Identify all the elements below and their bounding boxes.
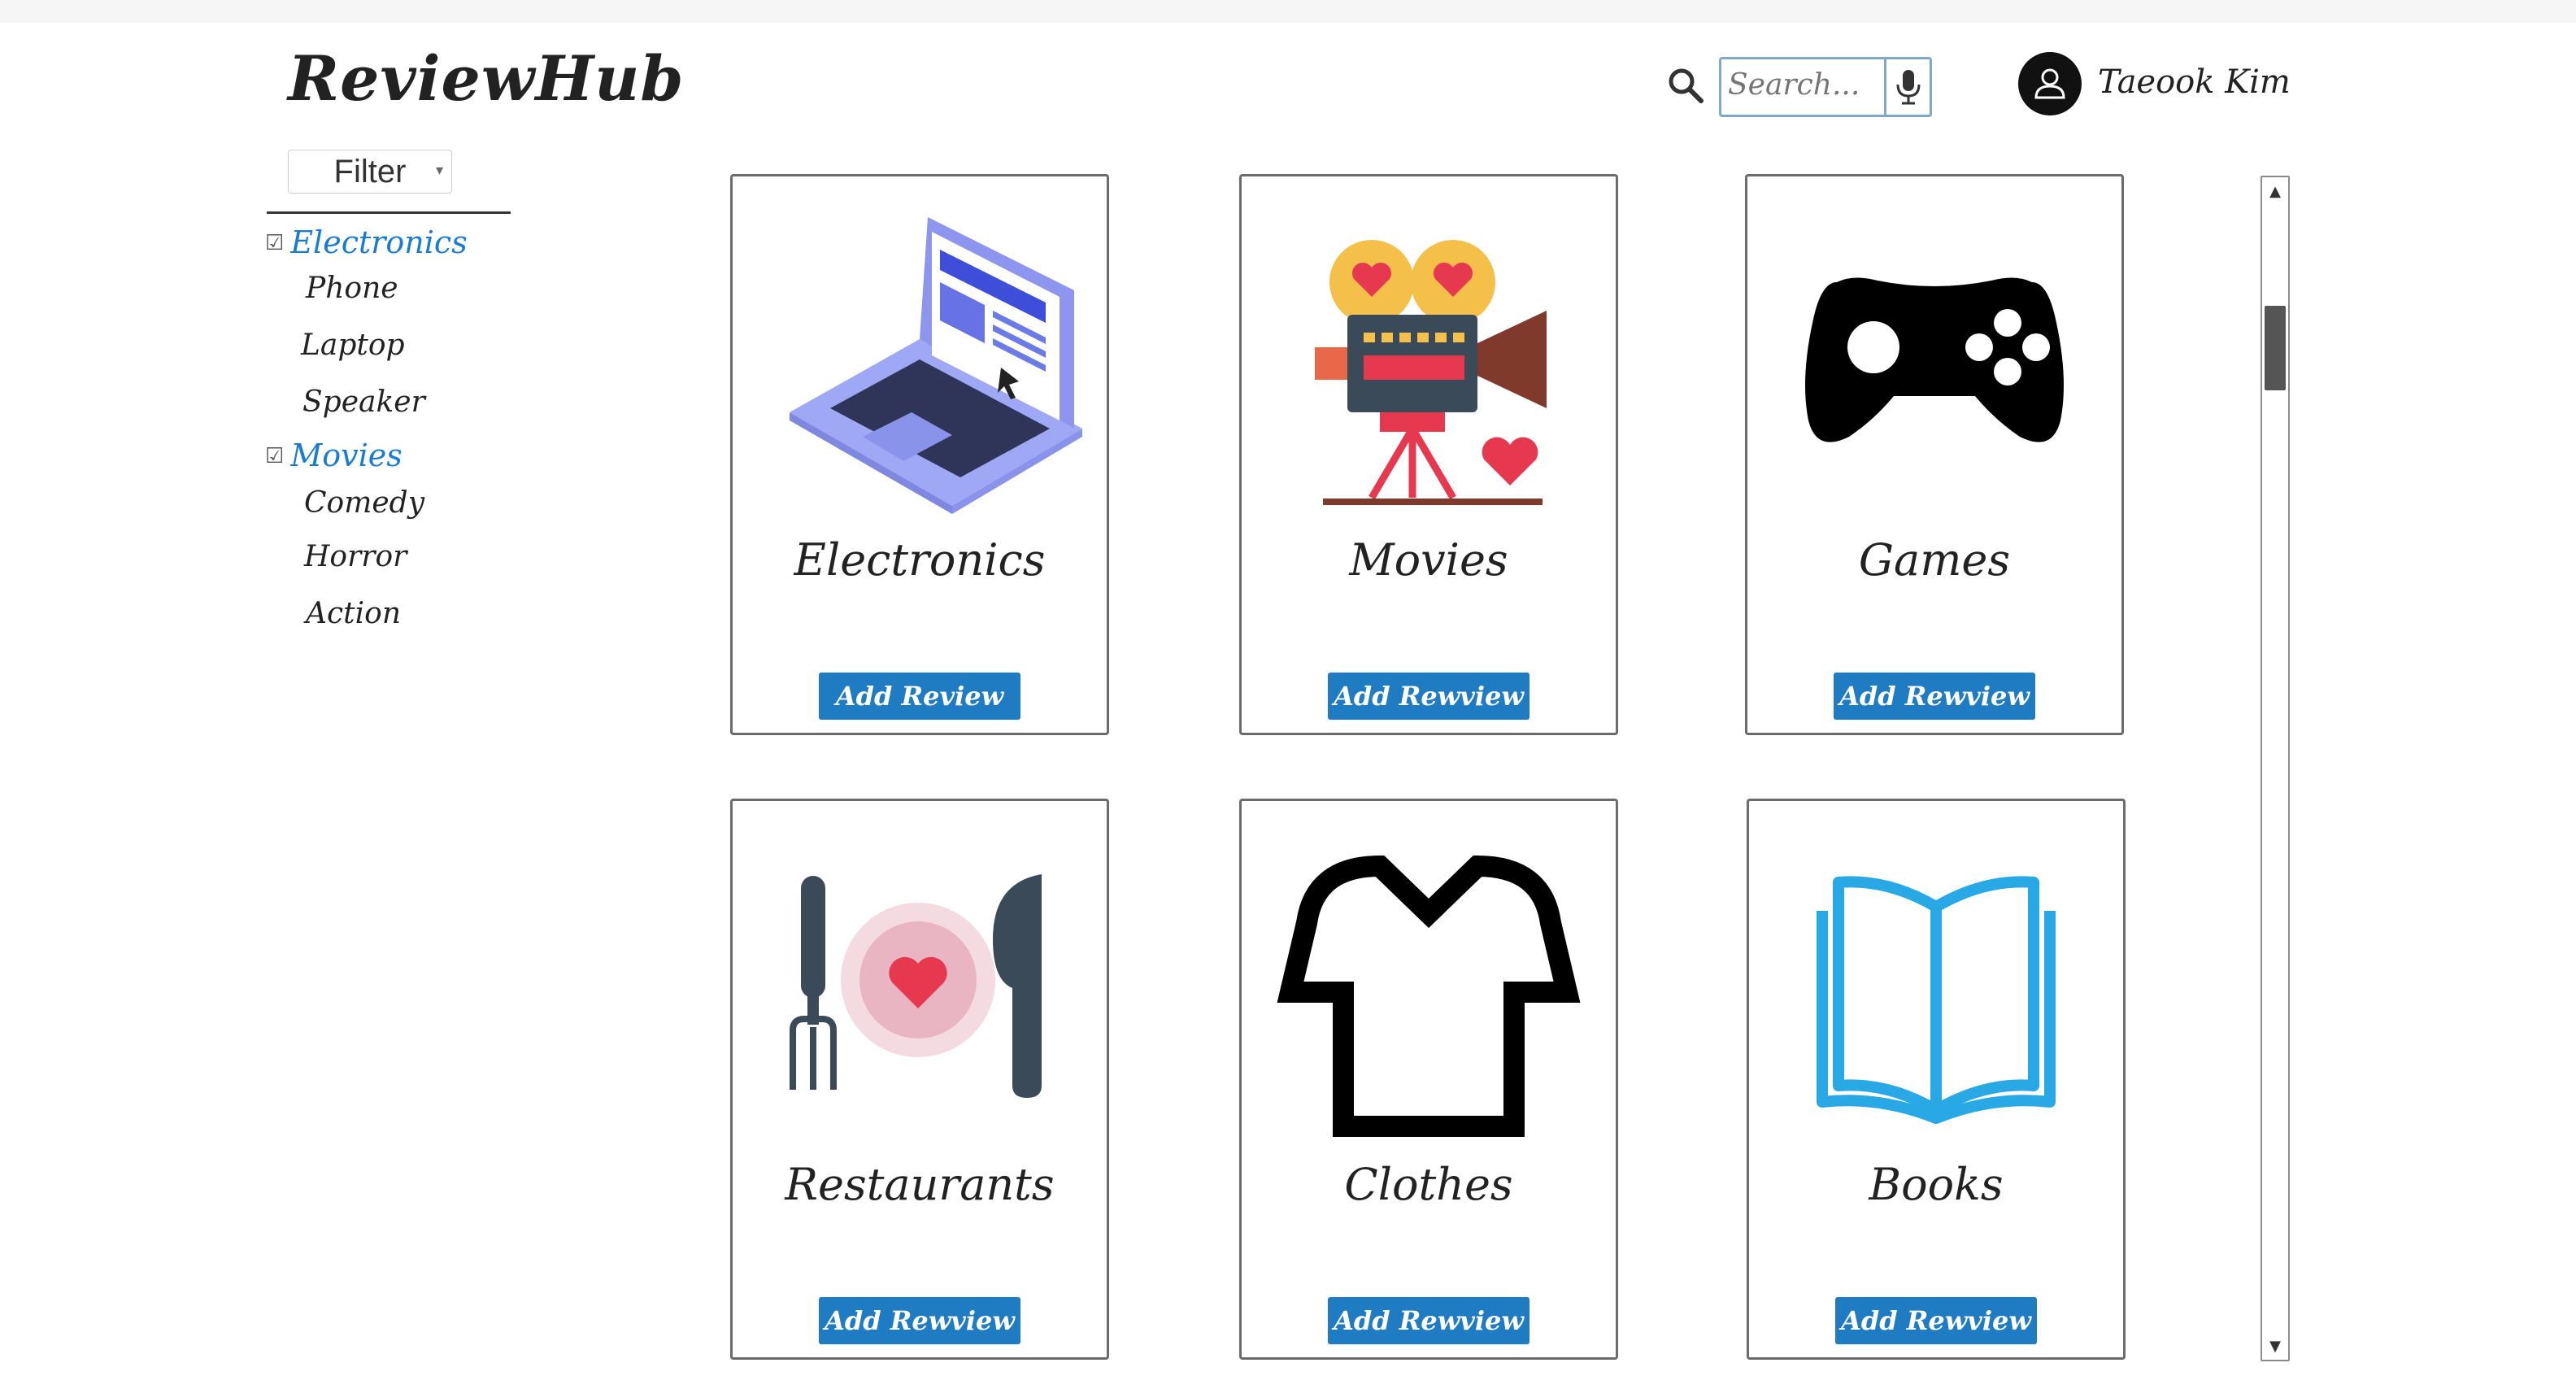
- card-title: Clothes: [1344, 1159, 1513, 1210]
- book-icon: [1749, 817, 2123, 1143]
- filter-label: Filter: [333, 153, 407, 189]
- card-title: Books: [1869, 1159, 2004, 1210]
- scrollbar[interactable]: ▲ ▼: [2261, 176, 2290, 1361]
- category-label: Electronics: [290, 224, 468, 260]
- card-title: Games: [1858, 534, 2011, 586]
- gamepad-icon: [1747, 193, 2121, 518]
- laptop-icon: [733, 193, 1107, 518]
- category-label: Movies: [290, 438, 402, 473]
- card-title: Restaurants: [785, 1159, 1055, 1210]
- search-field[interactable]: [1719, 57, 1932, 117]
- search-icon[interactable]: [1667, 67, 1704, 107]
- user-name[interactable]: Taeook Kim: [2098, 63, 2291, 101]
- subcategory-action[interactable]: Action: [306, 597, 401, 630]
- category-card-movies[interactable]: Movies Add Rewview: [1239, 174, 1618, 735]
- restaurant-plate-icon: [733, 817, 1107, 1143]
- subcategory-comedy[interactable]: Comedy: [304, 486, 424, 520]
- category-card-electronics[interactable]: Electronics Add Review: [730, 174, 1109, 735]
- movie-projector-icon: [1242, 193, 1616, 518]
- category-movies[interactable]: ☑ Movies: [265, 438, 402, 473]
- user-avatar-icon[interactable]: [2018, 52, 2082, 115]
- browser-top-strip: [0, 0, 2576, 23]
- add-review-button[interactable]: Add Rewview: [1328, 673, 1530, 720]
- card-title: Electronics: [794, 534, 1046, 586]
- subcategory-laptop[interactable]: Laptop: [301, 329, 405, 362]
- scroll-down-arrow-icon[interactable]: ▼: [2262, 1334, 2288, 1358]
- app-logo[interactable]: ReviewHub: [288, 42, 685, 115]
- subcategory-phone[interactable]: Phone: [306, 272, 398, 305]
- filter-dropdown[interactable]: Filter ▾: [288, 150, 452, 194]
- add-review-button[interactable]: Add Rewview: [1328, 1297, 1530, 1344]
- scroll-up-arrow-icon[interactable]: ▲: [2262, 179, 2288, 203]
- subcategory-horror[interactable]: Horror: [304, 540, 407, 573]
- category-card-clothes[interactable]: Clothes Add Rewview: [1239, 799, 1618, 1360]
- add-review-button[interactable]: Add Rewview: [819, 1297, 1020, 1344]
- add-review-button[interactable]: Add Review: [819, 673, 1020, 720]
- add-review-button[interactable]: Add Rewview: [1835, 1297, 2037, 1344]
- card-title: Movies: [1349, 534, 1508, 586]
- category-card-books[interactable]: Books Add Rewview: [1747, 799, 2126, 1360]
- shirt-icon: [1242, 817, 1616, 1143]
- scrollbar-thumb[interactable]: [2265, 306, 2286, 390]
- category-electronics[interactable]: ☑ Electronics: [265, 224, 468, 260]
- checkbox-checked-icon[interactable]: ☑: [265, 231, 284, 255]
- subcategory-speaker[interactable]: Speaker: [302, 385, 425, 419]
- category-card-restaurants[interactable]: Restaurants Add Rewview: [730, 799, 1109, 1360]
- search-input[interactable]: [1721, 59, 1884, 110]
- chevron-down-icon: ▾: [435, 162, 443, 178]
- add-review-button[interactable]: Add Rewview: [1834, 673, 2035, 720]
- category-card-games[interactable]: Games Add Rewview: [1745, 174, 2124, 735]
- checkbox-checked-icon[interactable]: ☑: [265, 444, 284, 468]
- filter-divider: [267, 211, 511, 214]
- microphone-icon[interactable]: [1884, 59, 1930, 115]
